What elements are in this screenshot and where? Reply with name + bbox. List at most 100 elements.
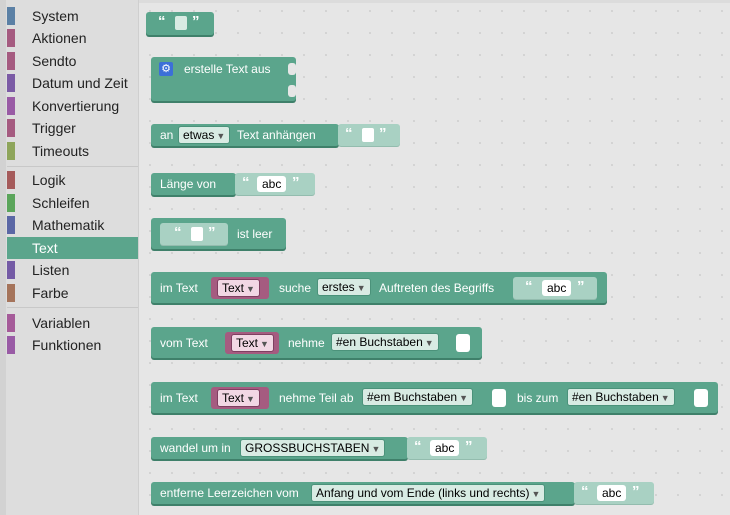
open-quote-icon: “ <box>581 483 589 500</box>
category-system[interactable]: System <box>7 5 138 27</box>
block-label: ist leer <box>237 227 273 241</box>
text-empty-field[interactable] <box>175 16 187 30</box>
text-value-field[interactable]: abc <box>542 280 572 296</box>
text-empty-field[interactable] <box>362 128 374 142</box>
dropdown-value: Text <box>222 281 245 295</box>
variable-dropdown[interactable]: Text ▼ <box>231 334 274 352</box>
category-trigger[interactable]: Trigger <box>7 117 138 139</box>
block-label: Auftreten des Begriffs <box>379 281 495 295</box>
text-isempty-block[interactable]: “ ” ist leer <box>151 218 286 249</box>
category-listen[interactable]: Listen <box>7 259 138 281</box>
create-text-block[interactable]: ⚙ erstelle Text aus <box>151 57 296 101</box>
text-value-field[interactable]: abc <box>597 485 627 501</box>
toolbox-edge <box>0 0 6 515</box>
open-quote-icon: “ <box>414 438 422 455</box>
category-color-bar <box>7 29 15 47</box>
category-label: Listen <box>32 262 70 278</box>
text-trim-block[interactable]: entferne Leerzeichen vom Anfang und vom … <box>151 482 575 504</box>
start-position-dropdown[interactable]: #em Buchstaben ▼ <box>362 388 473 406</box>
block-label: wandel um in <box>160 441 231 455</box>
case-dropdown[interactable]: GROSSBUCHSTABEN ▼ <box>240 439 386 457</box>
category-color-bar <box>7 216 15 234</box>
text-value-field[interactable]: abc <box>430 440 460 456</box>
variable-dropdown[interactable]: etwas ▼ <box>178 126 231 144</box>
chevron-down-icon: ▼ <box>246 394 255 404</box>
block-label: erstelle Text aus <box>184 62 271 76</box>
category-variablen[interactable]: Variablen <box>7 312 138 334</box>
open-quote-icon: “ <box>158 13 166 30</box>
append-text-block[interactable]: an etwas ▼ Text anhängen <box>151 124 339 146</box>
text-substring-block[interactable]: im Text Text ▼ nehme Teil ab #em Buchstab… <box>151 382 718 413</box>
text-input-block[interactable]: “ abc ” <box>235 173 315 195</box>
category-label: Variablen <box>32 315 91 331</box>
position-dropdown[interactable]: #en Buchstaben ▼ <box>331 333 439 351</box>
category-label: Schleifen <box>32 195 90 211</box>
block-label: vom Text <box>160 336 208 350</box>
number-input-socket[interactable] <box>456 334 470 352</box>
text-input-block[interactable]: “ ” <box>338 124 400 146</box>
category-farbe[interactable]: Farbe <box>7 282 138 304</box>
block-label: entferne Leerzeichen vom <box>160 486 299 500</box>
dropdown-value: erstes <box>322 280 355 294</box>
category-konvertierung[interactable]: Konvertierung <box>7 95 138 117</box>
category-aktionen[interactable]: Aktionen <box>7 27 138 49</box>
category-color-bar <box>7 171 15 189</box>
text-input-block[interactable]: “ abc ” <box>513 277 597 299</box>
category-label: Logik <box>32 172 66 188</box>
category-timeouts[interactable]: Timeouts <box>7 140 138 162</box>
category-logik[interactable]: Logik <box>7 169 138 191</box>
category-color-bar <box>7 119 15 137</box>
category-text[interactable]: Text <box>7 237 138 259</box>
category-color-bar <box>7 52 15 70</box>
block-label: nehme Teil ab <box>279 391 354 405</box>
category-schleifen[interactable]: Schleifen <box>7 192 138 214</box>
chevron-down-icon: ▼ <box>459 393 468 403</box>
block-label: im Text <box>160 281 198 295</box>
block-label: nehme <box>288 336 325 350</box>
category-color-bar <box>7 7 15 25</box>
trim-mode-dropdown[interactable]: Anfang und vom Ende (links und rechts) ▼ <box>311 484 546 502</box>
category-funktionen[interactable]: Funktionen <box>7 334 138 356</box>
text-input-block[interactable]: “ abc ” <box>574 482 654 504</box>
category-color-bar <box>7 239 15 257</box>
text-literal-block[interactable]: “ ” <box>146 12 214 35</box>
category-label: Aktionen <box>32 30 87 46</box>
category-label: Mathematik <box>32 217 105 233</box>
category-sendto[interactable]: Sendto <box>7 50 138 72</box>
dropdown-value: Anfang und vom Ende (links und rechts) <box>316 486 530 500</box>
variable-dropdown[interactable]: Text ▼ <box>217 389 260 407</box>
number-input-socket[interactable] <box>694 389 708 407</box>
toolbox-separator <box>7 166 138 167</box>
chevron-down-icon: ▼ <box>531 489 541 499</box>
input-socket <box>288 85 296 97</box>
category-label: System <box>32 8 79 24</box>
text-value-field[interactable]: abc <box>257 176 287 192</box>
category-mathematik[interactable]: Mathematik <box>7 214 138 236</box>
number-input-socket[interactable] <box>492 389 506 407</box>
variable-block[interactable]: Text ▼ <box>211 387 269 409</box>
category-label: Funktionen <box>32 337 102 353</box>
chevron-down-icon: ▼ <box>424 338 434 348</box>
text-indexof-block[interactable]: im Text Text ▼ suche erstes ▼ Auftreten de… <box>151 272 607 303</box>
dropdown-value: #en Buchstaben <box>336 335 423 349</box>
text-input-block[interactable]: “ ” <box>160 223 228 245</box>
variable-dropdown[interactable]: Text ▼ <box>217 279 260 297</box>
end-position-dropdown[interactable]: #en Buchstaben ▼ <box>567 388 675 406</box>
text-input-block[interactable]: “ abc ” <box>407 437 487 459</box>
block-label: Länge von <box>160 177 217 191</box>
category-label: Timeouts <box>32 143 90 159</box>
category-datum-und-zeit[interactable]: Datum und Zeit <box>7 72 138 94</box>
variable-block[interactable]: Text ▼ <box>211 277 269 299</box>
close-quote-icon: ” <box>632 483 640 500</box>
text-changecase-block[interactable]: wandel um in GROSSBUCHSTABEN ▼ <box>151 437 408 459</box>
open-quote-icon: “ <box>525 278 533 295</box>
dropdown-value: Text <box>236 336 259 350</box>
text-empty-field[interactable] <box>191 227 203 241</box>
variable-block[interactable]: Text ▼ <box>225 332 279 354</box>
text-charat-block[interactable]: vom Text Text ▼ nehme #en Buchstaben ▼ <box>151 327 482 358</box>
text-length-block[interactable]: Länge von <box>151 173 236 195</box>
occurrence-dropdown[interactable]: erstes ▼ <box>317 278 371 296</box>
chevron-down-icon: ▼ <box>246 284 255 294</box>
mutator-gear-icon[interactable]: ⚙ <box>159 62 173 76</box>
toolbox-separator <box>7 307 138 308</box>
